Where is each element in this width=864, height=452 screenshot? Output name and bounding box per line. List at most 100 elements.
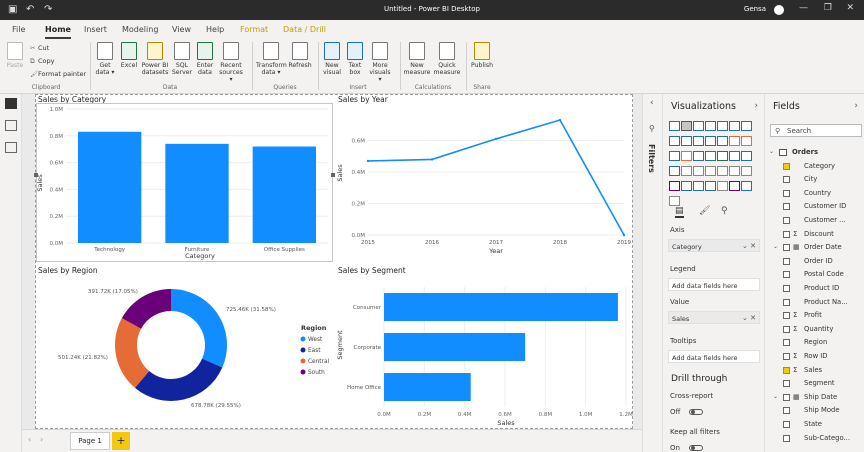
paste-button[interactable]: Paste <box>4 42 26 69</box>
slicer-icon[interactable] <box>717 166 728 176</box>
field-item[interactable]: Ship Mode <box>765 406 864 418</box>
segment-bar[interactable] <box>384 333 526 361</box>
qa-icon[interactable] <box>717 181 728 191</box>
field-item[interactable]: Σ Discount <box>765 230 864 242</box>
line-column-icon[interactable] <box>693 136 704 146</box>
user-name[interactable]: Gensa <box>744 5 766 13</box>
format-painter-button[interactable]: 🖌Format painter <box>30 70 86 78</box>
avatar[interactable] <box>774 5 784 15</box>
pbi-datasets-button[interactable]: Power BI datasets <box>141 42 169 76</box>
quick-measure-button[interactable]: Quick measure <box>433 42 461 76</box>
field-item[interactable]: Customer ID <box>765 202 864 214</box>
restore-icon[interactable]: ❐ <box>824 3 832 13</box>
legend-item[interactable]: Central <box>308 359 329 365</box>
multi-row-card-icon[interactable] <box>693 166 704 176</box>
card-icon[interactable] <box>681 166 692 176</box>
category-bar[interactable] <box>78 131 142 243</box>
publish-button[interactable]: Publish <box>469 42 495 69</box>
clustered-column-icon[interactable] <box>705 121 716 131</box>
legend-item[interactable]: South <box>308 370 325 376</box>
chevron-down-icon[interactable]: ⌄ <box>773 393 778 400</box>
resize-handle[interactable] <box>331 173 335 177</box>
filled-map-icon[interactable] <box>729 151 740 161</box>
axis-well[interactable]: Category ⌄ ✕ <box>668 239 760 252</box>
field-checkbox[interactable] <box>783 230 790 238</box>
field-checkbox[interactable] <box>783 257 790 265</box>
tab-view[interactable]: View <box>172 25 191 34</box>
field-item[interactable]: Σ Sales <box>765 366 864 378</box>
field-checkbox[interactable] <box>783 407 790 415</box>
field-item[interactable]: Product Na... <box>765 298 864 310</box>
tab-modeling[interactable]: Modeling <box>122 25 158 34</box>
refresh-button[interactable]: Refresh <box>288 42 312 69</box>
scatter-icon[interactable] <box>669 151 680 161</box>
funnel-icon[interactable] <box>741 136 752 146</box>
close-icon[interactable]: ✕ <box>846 3 854 13</box>
tab-data-drill[interactable]: Data / Drill <box>283 25 326 34</box>
format-tab-icon[interactable]: 🖌 <box>699 206 710 216</box>
recent-sources-button[interactable]: Recent sources ▾ <box>217 42 245 83</box>
next-page-icon[interactable]: › <box>40 435 43 444</box>
transform-data-button[interactable]: Transform data ▾ <box>256 42 287 76</box>
resize-handle[interactable] <box>34 173 38 177</box>
region-slice[interactable] <box>134 358 223 401</box>
field-item[interactable]: Sub-Catego... <box>765 434 864 446</box>
field-item[interactable]: ⌄ ▦ Order Date <box>765 243 864 255</box>
analytics-tab-icon[interactable]: ⚲ <box>721 206 728 216</box>
donut-chart-icon[interactable] <box>693 151 704 161</box>
field-item[interactable]: Σ Row ID <box>765 352 864 364</box>
text-box-button[interactable]: Text box <box>345 42 365 76</box>
tab-insert[interactable]: Insert <box>84 25 107 34</box>
legend-well[interactable]: Add data fields here <box>668 278 760 291</box>
field-checkbox[interactable] <box>783 312 790 320</box>
chevron-down-icon[interactable]: ⌄ <box>769 148 774 155</box>
chevron-down-icon[interactable]: ⌄ <box>773 243 778 250</box>
data-view-icon[interactable] <box>5 120 17 131</box>
tab-file[interactable]: File <box>12 25 25 34</box>
key-influencers-icon[interactable] <box>693 181 704 191</box>
year-chart[interactable]: 0.0M 0.2M 0.4M 0.6M 2015 2016 2017 2018 2019 Sal… <box>336 103 634 263</box>
tab-format[interactable]: Format <box>240 25 268 34</box>
field-checkbox[interactable] <box>783 244 790 252</box>
map-icon[interactable] <box>717 151 728 161</box>
cut-button[interactable]: ✂ Cut <box>30 44 49 52</box>
waterfall-icon[interactable] <box>729 136 740 146</box>
expand-icon[interactable]: › <box>754 101 758 111</box>
field-item[interactable]: Postal Code <box>765 270 864 282</box>
fields-tab-icon[interactable]: ▤ <box>675 206 684 218</box>
segment-chart[interactable]: 0.0M 0.2M 0.4M 0.6M 0.8M 1.0M 1.2M Consumer Corp… <box>336 275 634 427</box>
excel-button[interactable]: Excel <box>119 42 139 69</box>
field-item[interactable]: Order ID <box>765 257 864 269</box>
category-chart[interactable]: 0.0M0.2M0.4M0.6M0.8M1.0M Technology Furni… <box>36 103 334 263</box>
report-view-icon[interactable] <box>5 98 17 109</box>
field-item[interactable]: ⌄ ▦ Ship Date <box>765 393 864 405</box>
segment-bar[interactable] <box>384 373 471 401</box>
copy-button[interactable]: ⧉ Copy <box>30 57 55 66</box>
field-item[interactable]: Customer ... <box>765 216 864 228</box>
stacked-column-icon[interactable] <box>681 121 692 131</box>
field-item[interactable]: City <box>765 175 864 187</box>
field-checkbox[interactable] <box>783 434 790 442</box>
field-checkbox[interactable] <box>783 203 790 211</box>
field-item[interactable]: Country <box>765 189 864 201</box>
category-bar[interactable] <box>165 143 229 243</box>
expand-icon[interactable]: › <box>854 101 858 111</box>
line-clustered-icon[interactable] <box>705 136 716 146</box>
stacked-bar-icon[interactable] <box>669 121 680 131</box>
field-checkbox[interactable] <box>783 325 790 333</box>
tab-help[interactable]: Help <box>206 25 224 34</box>
region-slice[interactable] <box>171 289 227 368</box>
field-checkbox[interactable] <box>783 380 790 388</box>
fields-search-input[interactable]: ⚲ Search <box>770 124 862 137</box>
region-chart[interactable]: 725.46K (31.58%) 678.78K (29.55%) 501.24K … <box>36 275 334 427</box>
sql-server-button[interactable]: SQL Server <box>171 42 193 76</box>
legend-item[interactable]: East <box>308 348 321 354</box>
model-view-icon[interactable] <box>5 142 17 153</box>
field-checkbox[interactable] <box>783 271 790 279</box>
enter-data-button[interactable]: Enter data <box>195 42 215 76</box>
keep-filters-toggle[interactable] <box>689 445 703 451</box>
legend-item[interactable]: West <box>308 337 323 343</box>
field-checkbox[interactable] <box>783 189 790 197</box>
kpi-icon[interactable] <box>705 166 716 176</box>
field-checkbox[interactable] <box>783 285 790 292</box>
